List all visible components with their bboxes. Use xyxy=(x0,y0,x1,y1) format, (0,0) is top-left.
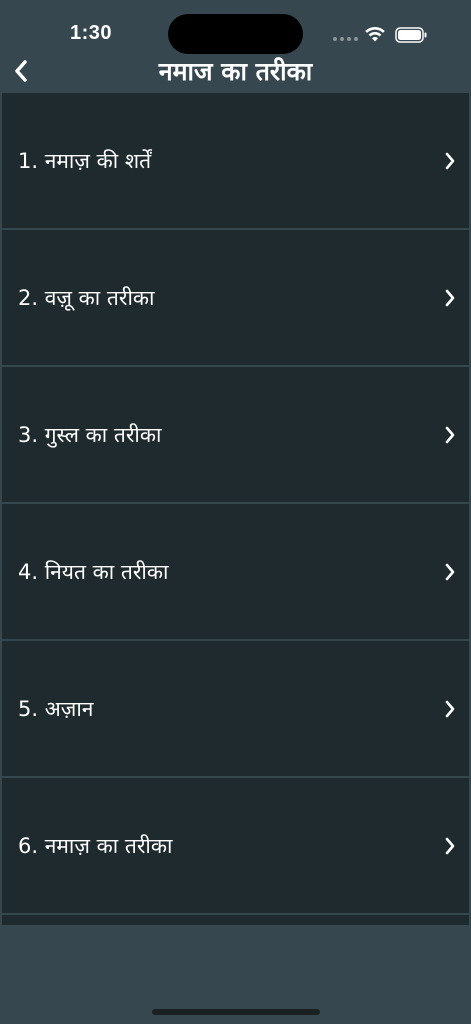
list-item-label: 4. नियत का तरीका xyxy=(18,559,169,584)
list-item-label: 2. वज़ू का तरीका xyxy=(18,285,155,310)
chevron-right-icon xyxy=(445,289,455,306)
list-item-label: 1. नमाज़ की शर्तें xyxy=(18,148,152,173)
topic-list: 1. नमाज़ की शर्तें 2. वज़ू का तरीका 3. ग… xyxy=(2,93,469,925)
list-item-azan[interactable]: 5. अज़ान xyxy=(2,641,469,778)
page-title: नमाज का तरीका xyxy=(158,57,313,86)
app-screen: 1:30 नमाज का तरीका 1. नमाज़ की शर्तें 2.… xyxy=(0,0,471,1024)
wifi-icon xyxy=(365,26,385,42)
chevron-right-icon xyxy=(445,700,455,717)
list-item-partial[interactable] xyxy=(2,915,469,925)
status-bar: 1:30 xyxy=(0,0,471,56)
list-item-niyat-ka-tarika[interactable]: 4. नियत का तरीका xyxy=(2,504,469,641)
navigation-bar: नमाज का तरीका xyxy=(0,50,471,94)
battery-icon xyxy=(395,27,427,43)
list-item-ghusl-ka-tarika[interactable]: 3. गुस्ल का तरीका xyxy=(2,367,469,504)
list-item-label: 5. अज़ान xyxy=(18,696,94,721)
chevron-right-icon xyxy=(445,152,455,169)
chevron-right-icon xyxy=(445,837,455,854)
chevron-right-icon xyxy=(445,426,455,443)
list-item-label: 6. नमाज़ का तरीका xyxy=(18,833,173,858)
status-time: 1:30 xyxy=(70,22,113,44)
home-indicator[interactable] xyxy=(152,1009,320,1015)
dynamic-island xyxy=(168,14,303,54)
chevron-right-icon xyxy=(445,563,455,580)
list-item-namaz-ka-tarika[interactable]: 6. नमाज़ का तरीका xyxy=(2,778,469,915)
list-item-label: 3. गुस्ल का तरीका xyxy=(18,422,162,447)
cellular-signal-icon xyxy=(333,37,358,41)
list-item-wazu-ka-tarika[interactable]: 2. वज़ू का तरीका xyxy=(2,230,469,367)
list-item-namaz-ki-sharten[interactable]: 1. नमाज़ की शर्तें xyxy=(2,93,469,230)
